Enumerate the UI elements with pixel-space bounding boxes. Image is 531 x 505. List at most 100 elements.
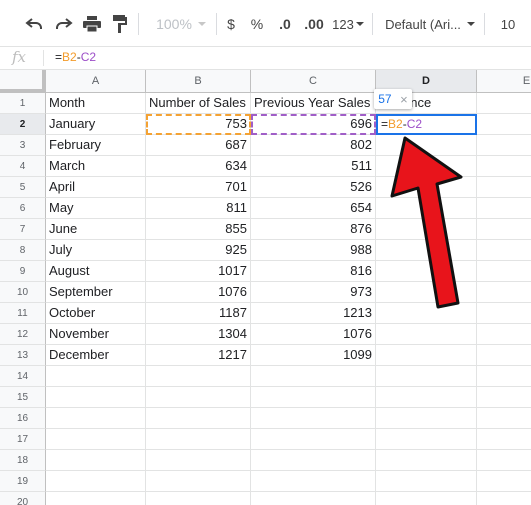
row-header[interactable]: 16 xyxy=(0,408,46,429)
cell-d9[interactable] xyxy=(376,261,477,282)
cell-e11[interactable] xyxy=(477,303,531,324)
cell-c12[interactable]: 1076 xyxy=(251,324,376,345)
cell-b14[interactable] xyxy=(146,366,251,387)
zoom-select[interactable]: 100% xyxy=(150,12,212,36)
cell-e10[interactable] xyxy=(477,282,531,303)
column-header-a[interactable]: A xyxy=(46,70,146,93)
row-header[interactable]: 5 xyxy=(0,177,46,198)
cell-c10[interactable]: 973 xyxy=(251,282,376,303)
cell-a1[interactable]: Month xyxy=(46,93,146,114)
cell-c9[interactable]: 816 xyxy=(251,261,376,282)
cell-a13[interactable]: December xyxy=(46,345,146,366)
cell-b16[interactable] xyxy=(146,408,251,429)
close-icon[interactable]: × xyxy=(400,92,408,107)
cell-d12[interactable] xyxy=(376,324,477,345)
cell-a17[interactable] xyxy=(46,429,146,450)
cell-b12[interactable]: 1304 xyxy=(146,324,251,345)
cell-c18[interactable] xyxy=(251,450,376,471)
cell-e4[interactable] xyxy=(477,156,531,177)
row-header[interactable]: 3 xyxy=(0,135,46,156)
cell-d20[interactable] xyxy=(376,492,477,505)
cell-e16[interactable] xyxy=(477,408,531,429)
paint-format-icon[interactable] xyxy=(108,12,132,36)
cell-a8[interactable]: July xyxy=(46,240,146,261)
cell-d11[interactable] xyxy=(376,303,477,324)
row-header[interactable]: 13 xyxy=(0,345,46,366)
cell-b13[interactable]: 1217 xyxy=(146,345,251,366)
cell-a16[interactable] xyxy=(46,408,146,429)
cell-a5[interactable]: April xyxy=(46,177,146,198)
cell-a18[interactable] xyxy=(46,450,146,471)
cell-e7[interactable] xyxy=(477,219,531,240)
cell-c11[interactable]: 1213 xyxy=(251,303,376,324)
cell-c3[interactable]: 802 xyxy=(251,135,376,156)
cell-c4[interactable]: 511 xyxy=(251,156,376,177)
row-header[interactable]: 14 xyxy=(0,366,46,387)
row-header[interactable]: 1 xyxy=(0,93,46,114)
cell-c1[interactable]: Previous Year Sales xyxy=(251,93,376,114)
cell-e15[interactable] xyxy=(477,387,531,408)
cell-d16[interactable] xyxy=(376,408,477,429)
cell-d5[interactable] xyxy=(376,177,477,198)
cell-a19[interactable] xyxy=(46,471,146,492)
cell-b7[interactable]: 855 xyxy=(146,219,251,240)
column-header-e[interactable]: E xyxy=(477,70,531,93)
cell-a6[interactable]: May xyxy=(46,198,146,219)
cell-b4[interactable]: 634 xyxy=(146,156,251,177)
cell-d8[interactable] xyxy=(376,240,477,261)
cell-a14[interactable] xyxy=(46,366,146,387)
row-header[interactable]: 8 xyxy=(0,240,46,261)
cell-e17[interactable] xyxy=(477,429,531,450)
cell-c2[interactable]: 696 xyxy=(251,114,376,135)
cell-b19[interactable] xyxy=(146,471,251,492)
cell-c17[interactable] xyxy=(251,429,376,450)
redo-icon[interactable] xyxy=(52,12,76,36)
cell-a20[interactable] xyxy=(46,492,146,505)
cell-b11[interactable]: 1187 xyxy=(146,303,251,324)
cell-c7[interactable]: 876 xyxy=(251,219,376,240)
cell-c15[interactable] xyxy=(251,387,376,408)
cell-c8[interactable]: 988 xyxy=(251,240,376,261)
cell-e9[interactable] xyxy=(477,261,531,282)
cell-d14[interactable] xyxy=(376,366,477,387)
cell-a3[interactable]: February xyxy=(46,135,146,156)
cell-a2[interactable]: January xyxy=(46,114,146,135)
cell-a15[interactable] xyxy=(46,387,146,408)
font-family-select[interactable]: Default (Ari... xyxy=(384,12,476,36)
cell-d6[interactable] xyxy=(376,198,477,219)
cell-d7[interactable] xyxy=(376,219,477,240)
cell-b17[interactable] xyxy=(146,429,251,450)
cell-b2[interactable]: 753 xyxy=(146,114,251,135)
row-header[interactable]: 9 xyxy=(0,261,46,282)
cell-d4[interactable] xyxy=(376,156,477,177)
cell-e3[interactable] xyxy=(477,135,531,156)
select-all-corner[interactable] xyxy=(0,70,46,93)
cell-e5[interactable] xyxy=(477,177,531,198)
cell-c13[interactable]: 1099 xyxy=(251,345,376,366)
cell-e18[interactable] xyxy=(477,450,531,471)
cell-b9[interactable]: 1017 xyxy=(146,261,251,282)
row-header[interactable]: 19 xyxy=(0,471,46,492)
cell-e6[interactable] xyxy=(477,198,531,219)
cell-d13[interactable] xyxy=(376,345,477,366)
cell-e1[interactable] xyxy=(477,93,531,114)
row-header[interactable]: 7 xyxy=(0,219,46,240)
cell-d10[interactable] xyxy=(376,282,477,303)
cell-b20[interactable] xyxy=(146,492,251,505)
cell-c19[interactable] xyxy=(251,471,376,492)
row-header[interactable]: 15 xyxy=(0,387,46,408)
cell-a9[interactable]: August xyxy=(46,261,146,282)
cell-b10[interactable]: 1076 xyxy=(146,282,251,303)
cell-e2[interactable] xyxy=(477,114,531,135)
cell-d18[interactable] xyxy=(376,450,477,471)
cell-b3[interactable]: 687 xyxy=(146,135,251,156)
cell-c14[interactable] xyxy=(251,366,376,387)
cell-e19[interactable] xyxy=(477,471,531,492)
percent-format-button[interactable]: % xyxy=(248,12,266,36)
formula-text[interactable]: =B2-C2 xyxy=(55,50,96,64)
column-header-b[interactable]: B xyxy=(146,70,251,93)
more-formats-button[interactable]: 123 xyxy=(331,12,365,36)
column-header-c[interactable]: C xyxy=(251,70,376,93)
cell-b6[interactable]: 811 xyxy=(146,198,251,219)
row-header[interactable]: 20 xyxy=(0,492,46,505)
